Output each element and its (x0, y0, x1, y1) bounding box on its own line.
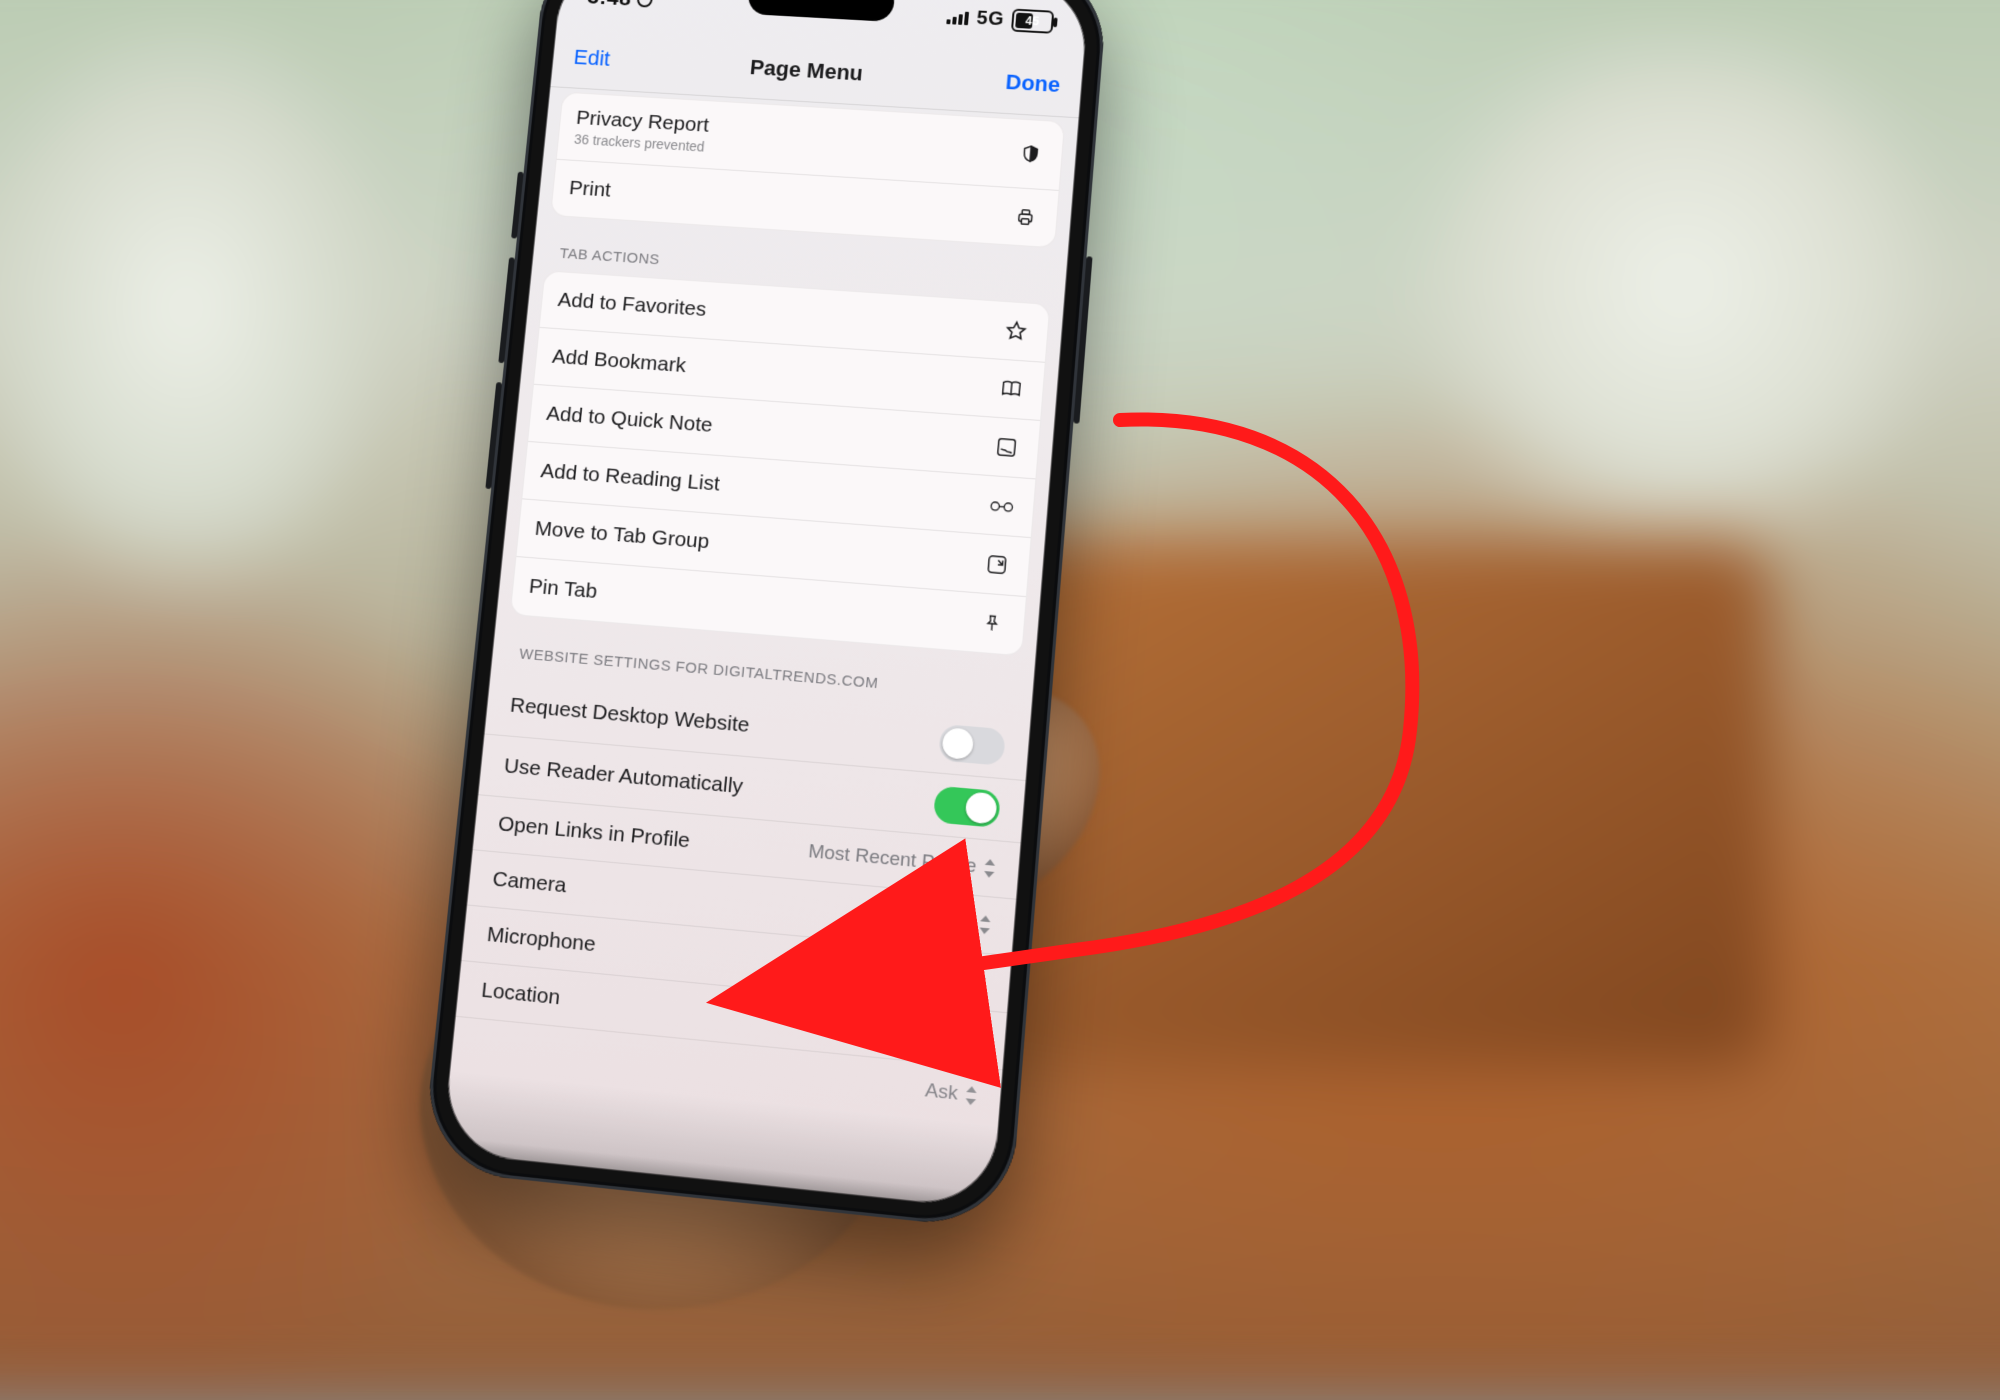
pin-icon (978, 610, 1006, 638)
tab-actions-group: Add to Favorites Add Bookmark (510, 270, 1051, 656)
printer-icon (1011, 204, 1039, 231)
updown-chevron-icon (979, 915, 991, 934)
book-icon (997, 375, 1025, 402)
extra-picker[interactable]: Ask (924, 1080, 977, 1108)
orientation-lock-icon (636, 0, 653, 8)
pin-tab-label: Pin Tab (528, 575, 598, 604)
request-desktop-toggle[interactable] (938, 724, 1006, 766)
open-links-label: Open Links in Profile (497, 812, 691, 853)
location-label: Location (480, 978, 561, 1010)
updown-chevron-icon (984, 859, 996, 878)
print-label: Print (568, 177, 612, 202)
move-tabgroup-label: Move to Tab Group (534, 517, 711, 554)
battery-icon: 45 (1011, 9, 1054, 34)
updown-chevron-icon (965, 1086, 977, 1106)
star-icon (1002, 318, 1030, 345)
iphone: 3:48 5G 45 Edit Page Menu Done (421, 0, 1109, 1231)
site-settings-group: Request Desktop Website Use Reader Autom… (449, 674, 1031, 1127)
add-favorites-label: Add to Favorites (557, 289, 707, 322)
sheet-title: Page Menu (749, 55, 864, 86)
microphone-picker[interactable]: Ask (934, 966, 987, 994)
status-time: 3:48 (586, 0, 632, 11)
updown-chevron-icon (975, 972, 987, 992)
tabgroup-icon (983, 551, 1011, 579)
shield-icon (1017, 141, 1045, 168)
cell-signal-icon (947, 9, 970, 25)
open-links-value: Most Recent Profile (807, 841, 977, 879)
location-picker[interactable]: Ask (929, 1023, 982, 1051)
add-readinglist-label: Add to Reading List (540, 460, 721, 497)
microphone-label: Microphone (486, 923, 597, 958)
add-quicknote-label: Add to Quick Note (545, 402, 713, 437)
updown-chevron-icon (970, 1029, 982, 1049)
camera-label: Camera (491, 867, 567, 898)
use-reader-toggle[interactable] (933, 786, 1001, 828)
use-reader-label: Use Reader Automatically (503, 754, 744, 799)
add-bookmark-label: Add Bookmark (551, 345, 687, 378)
camera-picker[interactable]: Ask (938, 909, 991, 936)
quicknote-icon (992, 434, 1020, 462)
screen: 3:48 5G 45 Edit Page Menu Done (441, 0, 1090, 1210)
network-label: 5G (976, 7, 1005, 30)
open-links-picker[interactable]: Most Recent Profile (807, 841, 995, 880)
glasses-icon (988, 492, 1016, 520)
request-desktop-label: Request Desktop Website (509, 694, 750, 738)
done-button[interactable]: Done (1005, 70, 1062, 98)
edit-button[interactable]: Edit (573, 45, 612, 72)
dynamic-island (747, 0, 896, 22)
